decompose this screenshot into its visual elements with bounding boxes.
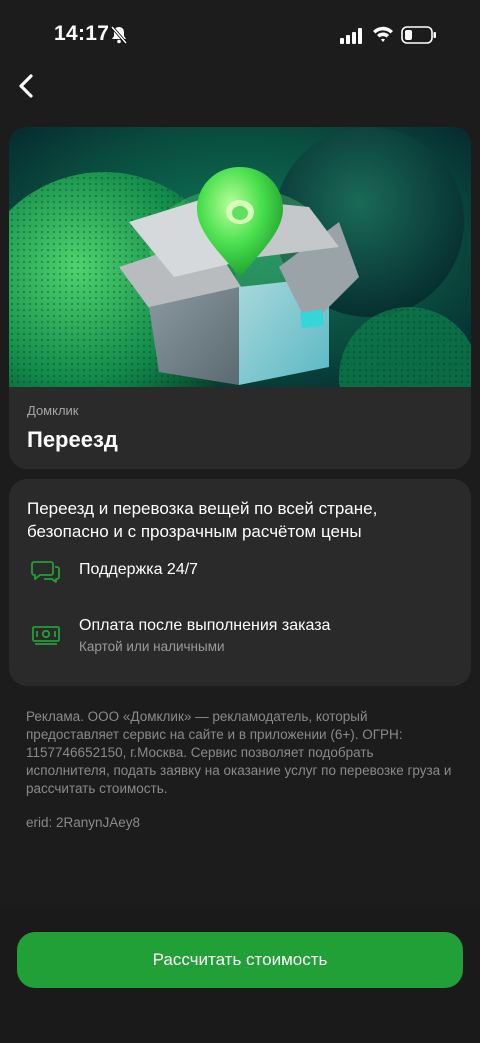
- info-card: Переезд и перевозка вещей по всей стране…: [9, 479, 471, 686]
- status-bar: 14:17: [0, 0, 480, 70]
- ad-disclaimer: Реклама. ООО «Домклик» — рекламодатель, …: [26, 709, 452, 796]
- erid-label: erid: 2RanynJAey8: [26, 815, 141, 830]
- feature-support-title: Поддержка 24/7: [79, 561, 199, 578]
- chat-bubbles-icon: [31, 561, 60, 583]
- cash-icon: [32, 626, 60, 645]
- chevron-left-icon: [19, 74, 33, 98]
- feature-payment-subtitle: Картой или наличными: [79, 639, 225, 654]
- status-time: 14:17: [54, 22, 110, 45]
- hero-card: Домклик Переезд: [9, 127, 471, 469]
- wifi-icon: [373, 26, 393, 42]
- back-button[interactable]: [10, 68, 42, 104]
- brand-label: Домклик: [27, 403, 79, 418]
- hero-illustration: [9, 127, 471, 387]
- bell-muted-icon: [110, 26, 128, 44]
- feature-payment-title: Оплата после выполнения заказа: [79, 617, 331, 634]
- battery-icon: [401, 26, 436, 44]
- service-description: Переезд и перевозка вещей по всей стране…: [27, 499, 378, 541]
- page-title: Переезд: [27, 427, 118, 452]
- signal-icon: [340, 28, 362, 44]
- calculate-cost-button[interactable]: Рассчитать стоимость: [17, 932, 463, 988]
